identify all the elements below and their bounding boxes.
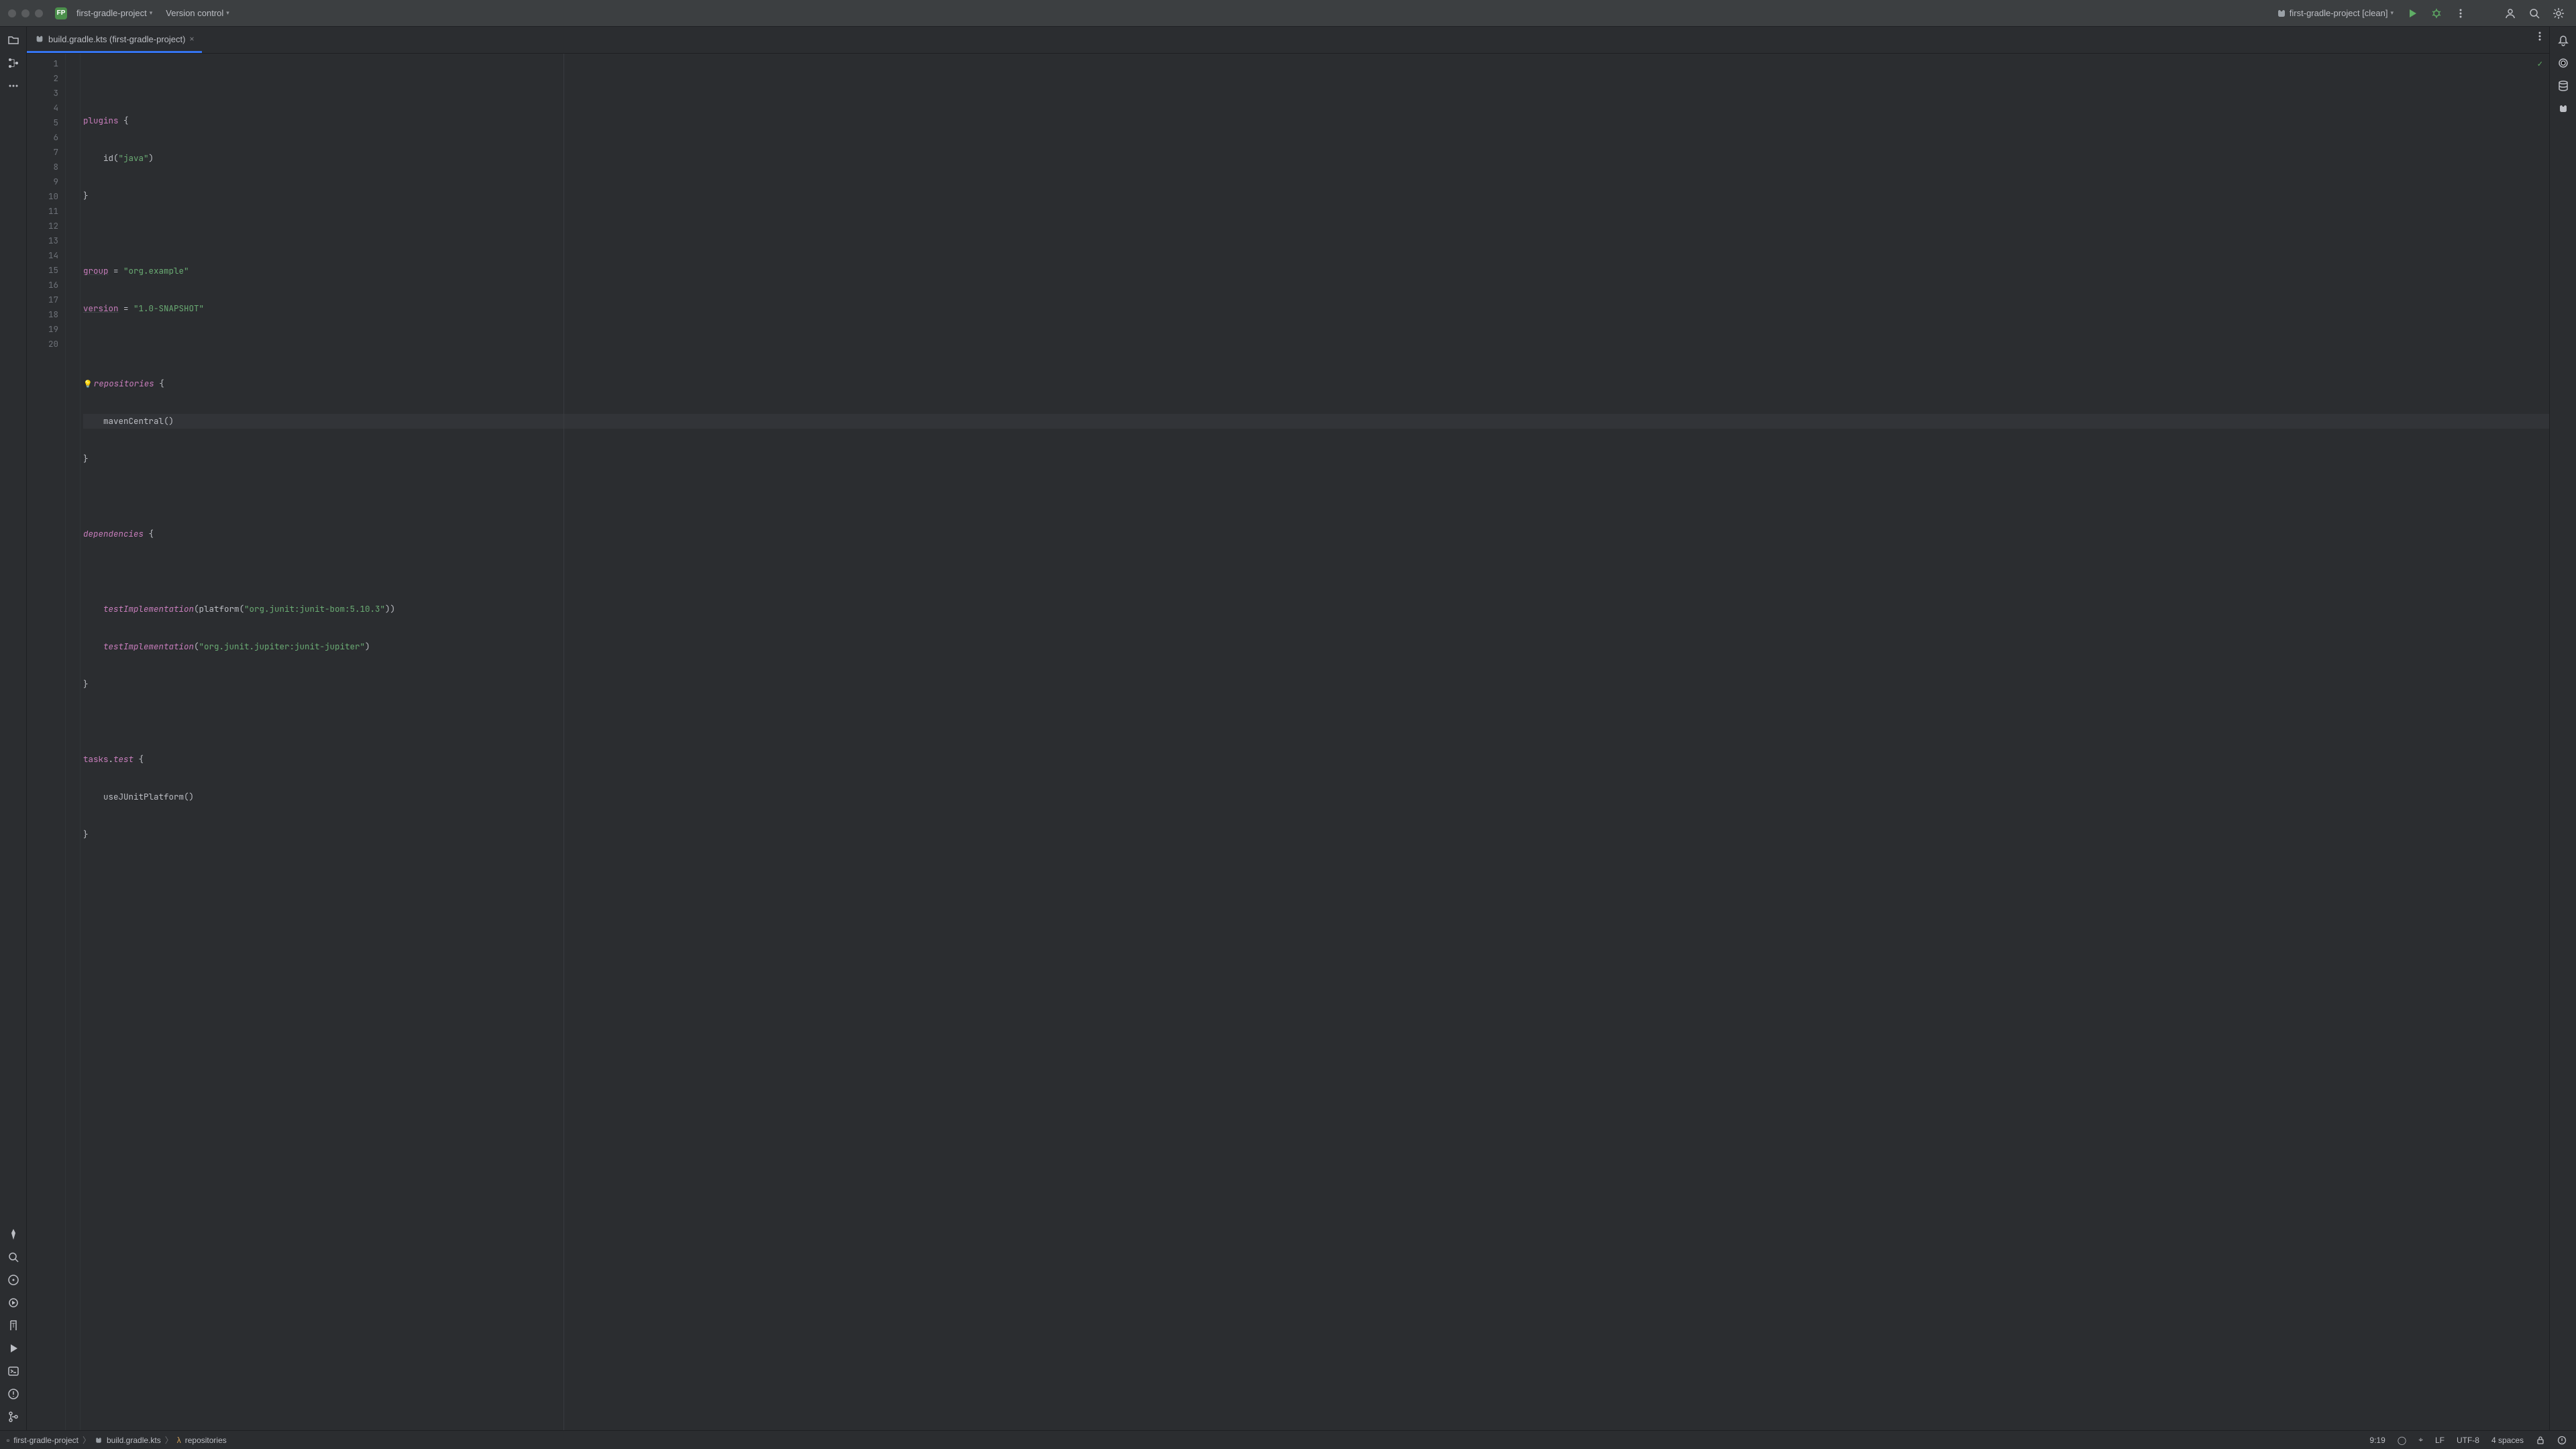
more-tool-icon[interactable] (4, 76, 23, 95)
chevron-down-icon: ▾ (150, 9, 153, 17)
chevron-down-icon: ▾ (226, 9, 229, 17)
code-area[interactable]: ✓ plugins { id("java") } group = "org.ex… (80, 54, 2549, 1430)
chevron-right-icon: 〉 (165, 1434, 173, 1446)
project-name: first-gradle-project (76, 8, 147, 18)
ai-tool-icon[interactable] (2554, 54, 2573, 72)
window-controls (8, 9, 43, 17)
file-encoding[interactable]: UTF-8 (2454, 1436, 2482, 1445)
gutter-margin (66, 54, 80, 1430)
max-dot[interactable] (35, 9, 43, 17)
notifications-icon[interactable] (2554, 31, 2573, 50)
breadcrumb-project[interactable]: first-gradle-project (13, 1436, 78, 1445)
run-tool-icon[interactable] (4, 1339, 23, 1358)
find-tool-icon[interactable] (4, 1248, 23, 1267)
problems-tool-icon[interactable] (4, 1385, 23, 1403)
elephant-icon (95, 1436, 103, 1444)
chevron-down-icon: ▾ (2390, 9, 2394, 17)
editor-body[interactable]: 1234567891011121314151617181920 ✓ plugin… (27, 54, 2549, 1430)
project-selector[interactable]: first-gradle-project ▾ (72, 5, 156, 21)
vcs-menu[interactable]: Version control ▾ (162, 5, 233, 21)
svg-text:T: T (11, 1322, 15, 1330)
debug-button[interactable] (2427, 4, 2446, 23)
breadcrumb: ▫ first-gradle-project 〉 build.gradle.kt… (7, 1434, 227, 1446)
line-separator[interactable]: LF (2432, 1436, 2447, 1445)
collab-icon[interactable] (2501, 4, 2520, 23)
terminal-tool-icon[interactable] (4, 1362, 23, 1381)
breadcrumb-file[interactable]: build.gradle.kts (107, 1436, 161, 1445)
power-save-icon[interactable] (2555, 1436, 2569, 1445)
indent-info[interactable]: 4 spaces (2489, 1436, 2526, 1445)
tab-actions-icon[interactable] (2530, 27, 2549, 46)
main-area: T build.gradle.kts (first-gradle-project… (0, 27, 2576, 1430)
caret-position[interactable]: 9:19 (2367, 1436, 2387, 1445)
run-button[interactable] (2403, 4, 2422, 23)
vcs-tool-icon[interactable] (4, 1407, 23, 1426)
highlighting-level-icon[interactable]: ⌖ (2416, 1435, 2426, 1445)
readonly-lock-icon[interactable] (2533, 1436, 2548, 1445)
project-tool-icon[interactable] (4, 31, 23, 50)
editor-tab-active[interactable]: build.gradle.kts (first-gradle-project) … (27, 27, 202, 53)
close-dot[interactable] (8, 9, 16, 17)
inspection-ok-icon[interactable]: ✓ (2537, 58, 2542, 69)
services-tool-icon[interactable] (4, 1225, 23, 1244)
build-tool-icon[interactable] (4, 1293, 23, 1312)
right-tool-stripe (2549, 27, 2576, 1430)
elephant-icon (35, 34, 44, 44)
lambda-icon: λ (177, 1436, 181, 1445)
settings-icon[interactable] (2549, 4, 2568, 23)
elephant-icon (2276, 8, 2287, 19)
database-tool-icon[interactable] (2554, 76, 2573, 95)
intention-bulb-icon[interactable]: 💡 (83, 380, 93, 389)
vcs-label: Version control (166, 8, 223, 18)
heap-indicator-icon[interactable]: ◯ (2395, 1436, 2409, 1445)
module-icon: ▫ (7, 1436, 9, 1445)
editor-tabs: build.gradle.kts (first-gradle-project) … (27, 27, 2549, 54)
todo-tool-icon[interactable] (4, 1271, 23, 1289)
main-toolbar: FP first-gradle-project ▾ Version contro… (0, 0, 2576, 27)
run-config-selector[interactable]: first-gradle-project [clean] ▾ (2272, 5, 2398, 21)
min-dot[interactable] (21, 9, 30, 17)
run-config-name: first-gradle-project [clean] (2290, 8, 2388, 18)
breadcrumb-symbol[interactable]: repositories (185, 1436, 227, 1445)
left-tool-stripe: T (0, 27, 27, 1430)
status-bar: ▫ first-gradle-project 〉 build.gradle.kt… (0, 1430, 2576, 1449)
editor-column: build.gradle.kts (first-gradle-project) … (27, 27, 2549, 1430)
line-numbers: 1234567891011121314151617181920 (27, 54, 66, 1430)
structure-tool-icon[interactable] (4, 54, 23, 72)
more-actions-button[interactable] (2451, 4, 2470, 23)
tab-title: build.gradle.kts (first-gradle-project) (48, 34, 185, 44)
bookmarks-tool-icon[interactable]: T (4, 1316, 23, 1335)
gradle-tool-icon[interactable] (2554, 99, 2573, 118)
project-badge: FP (55, 7, 67, 19)
close-tab-icon[interactable]: × (189, 34, 194, 44)
search-icon[interactable] (2525, 4, 2544, 23)
chevron-right-icon: 〉 (83, 1434, 91, 1446)
